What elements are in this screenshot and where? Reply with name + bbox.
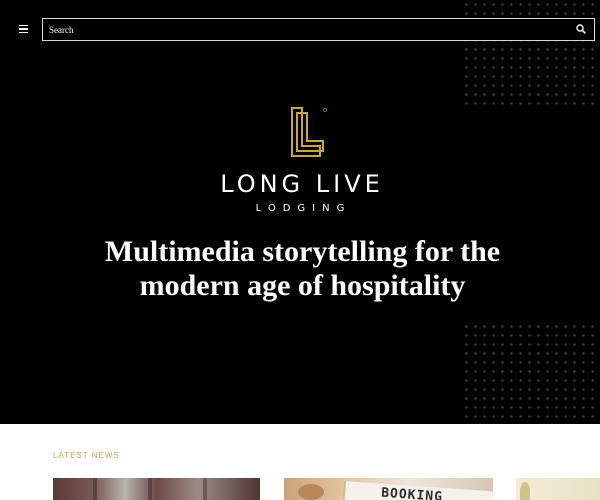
search-bar[interactable] [42,18,595,41]
dot-pattern-decoration [462,322,600,424]
dot-pattern-decoration [462,0,600,110]
news-card-image[interactable] [516,478,600,500]
news-card-image[interactable] [53,478,260,500]
search-icon[interactable] [576,24,586,34]
ll-monogram-logo[interactable] [290,106,328,158]
hero-tagline: Multimedia storytelling for the modern a… [104,235,501,302]
plant-image-detail [520,482,530,500]
brand-name: LONG LIVE [220,170,384,198]
booking-sign-text: BOOKING [380,485,444,500]
booking-sign-image-detail: BOOKING [341,481,493,500]
search-input[interactable] [43,19,569,40]
hero-section: LONG LIVE LODGING Multimedia storytellin… [0,0,600,424]
hamburger-menu-icon[interactable] [19,22,33,36]
latest-news-label: LATEST NEWS [53,451,120,460]
news-card-image[interactable]: BOOKING [284,478,493,500]
brand-subtitle: LODGING [255,203,352,214]
coffee-cup-image-detail [298,484,324,500]
